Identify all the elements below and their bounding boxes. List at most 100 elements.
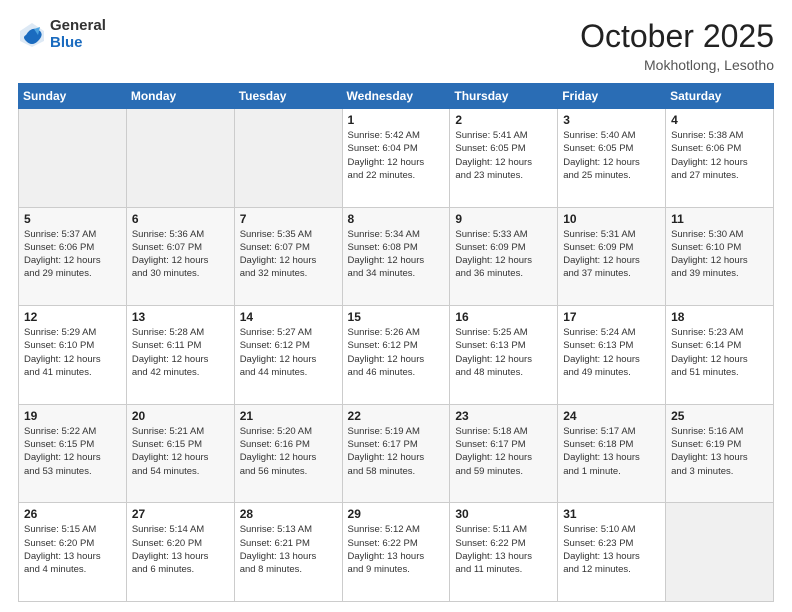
- th-wednesday: Wednesday: [342, 84, 450, 109]
- day-info: Sunrise: 5:33 AMSunset: 6:09 PMDaylight:…: [455, 228, 552, 281]
- calendar-body: 1 Sunrise: 5:42 AMSunset: 6:04 PMDaylight…: [19, 109, 774, 602]
- calendar-week-4: 19 Sunrise: 5:22 AMSunset: 6:15 PMDayligh…: [19, 404, 774, 503]
- header: General Blue October 2025 Mokhotlong, Le…: [18, 18, 774, 73]
- th-friday: Friday: [558, 84, 666, 109]
- weekday-row: Sunday Monday Tuesday Wednesday Thursday…: [19, 84, 774, 109]
- day-number: 8: [348, 212, 445, 226]
- day-info: Sunrise: 5:12 AMSunset: 6:22 PMDaylight:…: [348, 523, 445, 576]
- day-number: 23: [455, 409, 552, 423]
- calendar-cell: 12 Sunrise: 5:29 AMSunset: 6:10 PMDayligh…: [19, 306, 127, 405]
- th-monday: Monday: [126, 84, 234, 109]
- day-info: Sunrise: 5:38 AMSunset: 6:06 PMDaylight:…: [671, 129, 768, 182]
- calendar-cell: 20 Sunrise: 5:21 AMSunset: 6:15 PMDayligh…: [126, 404, 234, 503]
- day-info: Sunrise: 5:35 AMSunset: 6:07 PMDaylight:…: [240, 228, 337, 281]
- day-info: Sunrise: 5:24 AMSunset: 6:13 PMDaylight:…: [563, 326, 660, 379]
- day-info: Sunrise: 5:41 AMSunset: 6:05 PMDaylight:…: [455, 129, 552, 182]
- day-number: 25: [671, 409, 768, 423]
- calendar-cell: 10Sunrise: 5:31 AMSunset: 6:09 PMDayligh…: [558, 207, 666, 306]
- calendar-week-3: 12 Sunrise: 5:29 AMSunset: 6:10 PMDayligh…: [19, 306, 774, 405]
- day-number: 31: [563, 507, 660, 521]
- location: Mokhotlong, Lesotho: [580, 57, 774, 73]
- day-number: 10: [563, 212, 660, 226]
- day-info: Sunrise: 5:13 AMSunset: 6:21 PMDaylight:…: [240, 523, 337, 576]
- day-number: 19: [24, 409, 121, 423]
- day-number: 24: [563, 409, 660, 423]
- logo: General Blue: [18, 18, 106, 51]
- day-info: Sunrise: 5:25 AMSunset: 6:13 PMDaylight:…: [455, 326, 552, 379]
- day-number: 2: [455, 113, 552, 127]
- calendar-cell: 21 Sunrise: 5:20 AMSunset: 6:16 PMDayligh…: [234, 404, 342, 503]
- day-info: Sunrise: 5:21 AMSunset: 6:15 PMDaylight:…: [132, 425, 229, 478]
- calendar-cell: [234, 109, 342, 208]
- calendar-cell: 16 Sunrise: 5:25 AMSunset: 6:13 PMDayligh…: [450, 306, 558, 405]
- day-info: Sunrise: 5:26 AMSunset: 6:12 PMDaylight:…: [348, 326, 445, 379]
- calendar-cell: [666, 503, 774, 602]
- calendar-cell: 22Sunrise: 5:19 AMSunset: 6:17 PMDayligh…: [342, 404, 450, 503]
- day-number: 28: [240, 507, 337, 521]
- logo-general-label: General: [50, 18, 106, 35]
- calendar-cell: 17 Sunrise: 5:24 AMSunset: 6:13 PMDayligh…: [558, 306, 666, 405]
- day-info: Sunrise: 5:42 AMSunset: 6:04 PMDaylight:…: [348, 129, 445, 182]
- day-number: 3: [563, 113, 660, 127]
- day-info: Sunrise: 5:18 AMSunset: 6:17 PMDaylight:…: [455, 425, 552, 478]
- calendar-cell: 30Sunrise: 5:11 AMSunset: 6:22 PMDayligh…: [450, 503, 558, 602]
- calendar-cell: 14 Sunrise: 5:27 AMSunset: 6:12 PMDayligh…: [234, 306, 342, 405]
- day-number: 26: [24, 507, 121, 521]
- day-number: 21: [240, 409, 337, 423]
- calendar-cell: 31 Sunrise: 5:10 AMSunset: 6:23 PMDayligh…: [558, 503, 666, 602]
- day-info: Sunrise: 5:20 AMSunset: 6:16 PMDaylight:…: [240, 425, 337, 478]
- calendar-cell: 25 Sunrise: 5:16 AMSunset: 6:19 PMDayligh…: [666, 404, 774, 503]
- day-number: 29: [348, 507, 445, 521]
- calendar-cell: 26Sunrise: 5:15 AMSunset: 6:20 PMDayligh…: [19, 503, 127, 602]
- day-number: 17: [563, 310, 660, 324]
- day-number: 9: [455, 212, 552, 226]
- day-number: 14: [240, 310, 337, 324]
- day-info: Sunrise: 5:11 AMSunset: 6:22 PMDaylight:…: [455, 523, 552, 576]
- day-info: Sunrise: 5:40 AMSunset: 6:05 PMDaylight:…: [563, 129, 660, 182]
- day-number: 27: [132, 507, 229, 521]
- day-number: 13: [132, 310, 229, 324]
- month-title: October 2025: [580, 18, 774, 55]
- calendar-cell: 18 Sunrise: 5:23 AMSunset: 6:14 PMDayligh…: [666, 306, 774, 405]
- day-number: 20: [132, 409, 229, 423]
- day-info: Sunrise: 5:37 AMSunset: 6:06 PMDaylight:…: [24, 228, 121, 281]
- day-number: 7: [240, 212, 337, 226]
- calendar-cell: [126, 109, 234, 208]
- calendar-table: Sunday Monday Tuesday Wednesday Thursday…: [18, 83, 774, 602]
- day-info: Sunrise: 5:30 AMSunset: 6:10 PMDaylight:…: [671, 228, 768, 281]
- day-number: 12: [24, 310, 121, 324]
- logo-icon: [18, 21, 46, 49]
- day-info: Sunrise: 5:29 AMSunset: 6:10 PMDaylight:…: [24, 326, 121, 379]
- calendar-week-2: 5Sunrise: 5:37 AMSunset: 6:06 PMDaylight…: [19, 207, 774, 306]
- logo-text: General Blue: [50, 18, 106, 51]
- calendar-cell: 3 Sunrise: 5:40 AMSunset: 6:05 PMDaylight…: [558, 109, 666, 208]
- calendar-cell: 28 Sunrise: 5:13 AMSunset: 6:21 PMDayligh…: [234, 503, 342, 602]
- calendar-cell: 29 Sunrise: 5:12 AMSunset: 6:22 PMDayligh…: [342, 503, 450, 602]
- calendar-cell: 4Sunrise: 5:38 AMSunset: 6:06 PMDaylight…: [666, 109, 774, 208]
- day-info: Sunrise: 5:23 AMSunset: 6:14 PMDaylight:…: [671, 326, 768, 379]
- day-info: Sunrise: 5:19 AMSunset: 6:17 PMDaylight:…: [348, 425, 445, 478]
- day-number: 6: [132, 212, 229, 226]
- calendar-cell: 23 Sunrise: 5:18 AMSunset: 6:17 PMDayligh…: [450, 404, 558, 503]
- th-sunday: Sunday: [19, 84, 127, 109]
- day-info: Sunrise: 5:27 AMSunset: 6:12 PMDaylight:…: [240, 326, 337, 379]
- title-block: October 2025 Mokhotlong, Lesotho: [580, 18, 774, 73]
- day-info: Sunrise: 5:16 AMSunset: 6:19 PMDaylight:…: [671, 425, 768, 478]
- day-info: Sunrise: 5:17 AMSunset: 6:18 PMDaylight:…: [563, 425, 660, 478]
- logo-blue-label: Blue: [50, 35, 106, 52]
- calendar-week-1: 1 Sunrise: 5:42 AMSunset: 6:04 PMDaylight…: [19, 109, 774, 208]
- th-saturday: Saturday: [666, 84, 774, 109]
- day-number: 1: [348, 113, 445, 127]
- day-info: Sunrise: 5:22 AMSunset: 6:15 PMDaylight:…: [24, 425, 121, 478]
- calendar-cell: 1 Sunrise: 5:42 AMSunset: 6:04 PMDaylight…: [342, 109, 450, 208]
- calendar-cell: 7 Sunrise: 5:35 AMSunset: 6:07 PMDaylight…: [234, 207, 342, 306]
- day-info: Sunrise: 5:10 AMSunset: 6:23 PMDaylight:…: [563, 523, 660, 576]
- day-number: 16: [455, 310, 552, 324]
- calendar-cell: 24 Sunrise: 5:17 AMSunset: 6:18 PMDayligh…: [558, 404, 666, 503]
- day-info: Sunrise: 5:34 AMSunset: 6:08 PMDaylight:…: [348, 228, 445, 281]
- calendar-cell: 9 Sunrise: 5:33 AMSunset: 6:09 PMDaylight…: [450, 207, 558, 306]
- day-number: 18: [671, 310, 768, 324]
- th-tuesday: Tuesday: [234, 84, 342, 109]
- day-info: Sunrise: 5:14 AMSunset: 6:20 PMDaylight:…: [132, 523, 229, 576]
- th-thursday: Thursday: [450, 84, 558, 109]
